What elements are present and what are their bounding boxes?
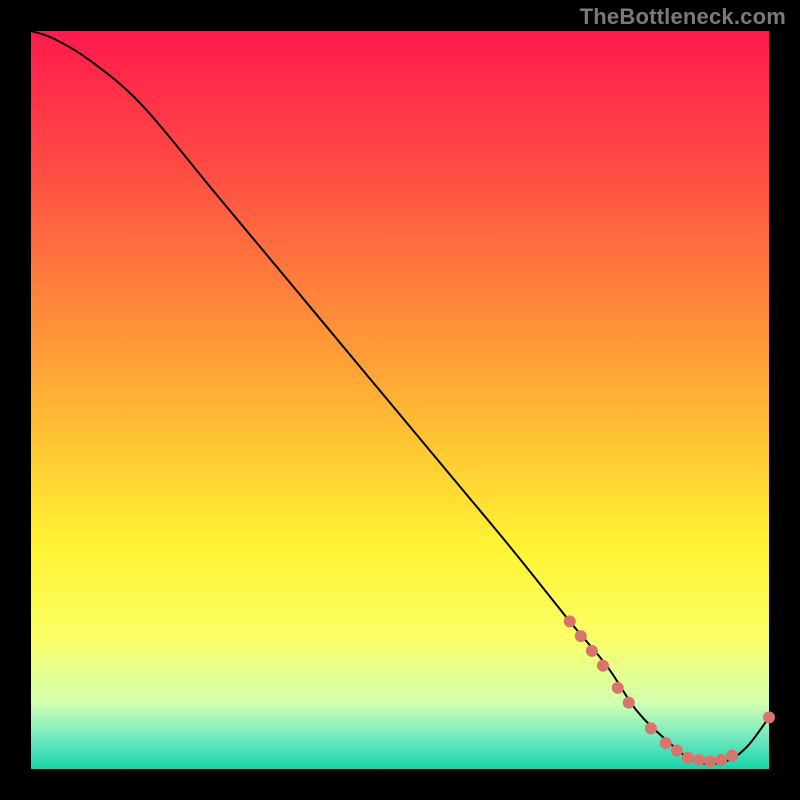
data-point (704, 756, 716, 768)
data-point (660, 737, 672, 749)
bottleneck-curve (31, 31, 769, 764)
data-point (682, 752, 694, 764)
data-point (726, 750, 738, 762)
data-point (763, 711, 775, 723)
curve-markers (564, 615, 775, 767)
data-point (575, 630, 587, 642)
data-point (623, 697, 635, 709)
data-point (612, 682, 624, 694)
chart-frame: TheBottleneck.com (0, 0, 800, 800)
data-point (597, 660, 609, 672)
data-point (645, 722, 657, 734)
curve-layer (31, 31, 769, 769)
data-point (671, 745, 683, 757)
plot-area (31, 31, 769, 769)
data-point (715, 754, 727, 766)
watermark-text: TheBottleneck.com (580, 4, 786, 30)
data-point (586, 645, 598, 657)
data-point (693, 754, 705, 766)
data-point (564, 615, 576, 627)
